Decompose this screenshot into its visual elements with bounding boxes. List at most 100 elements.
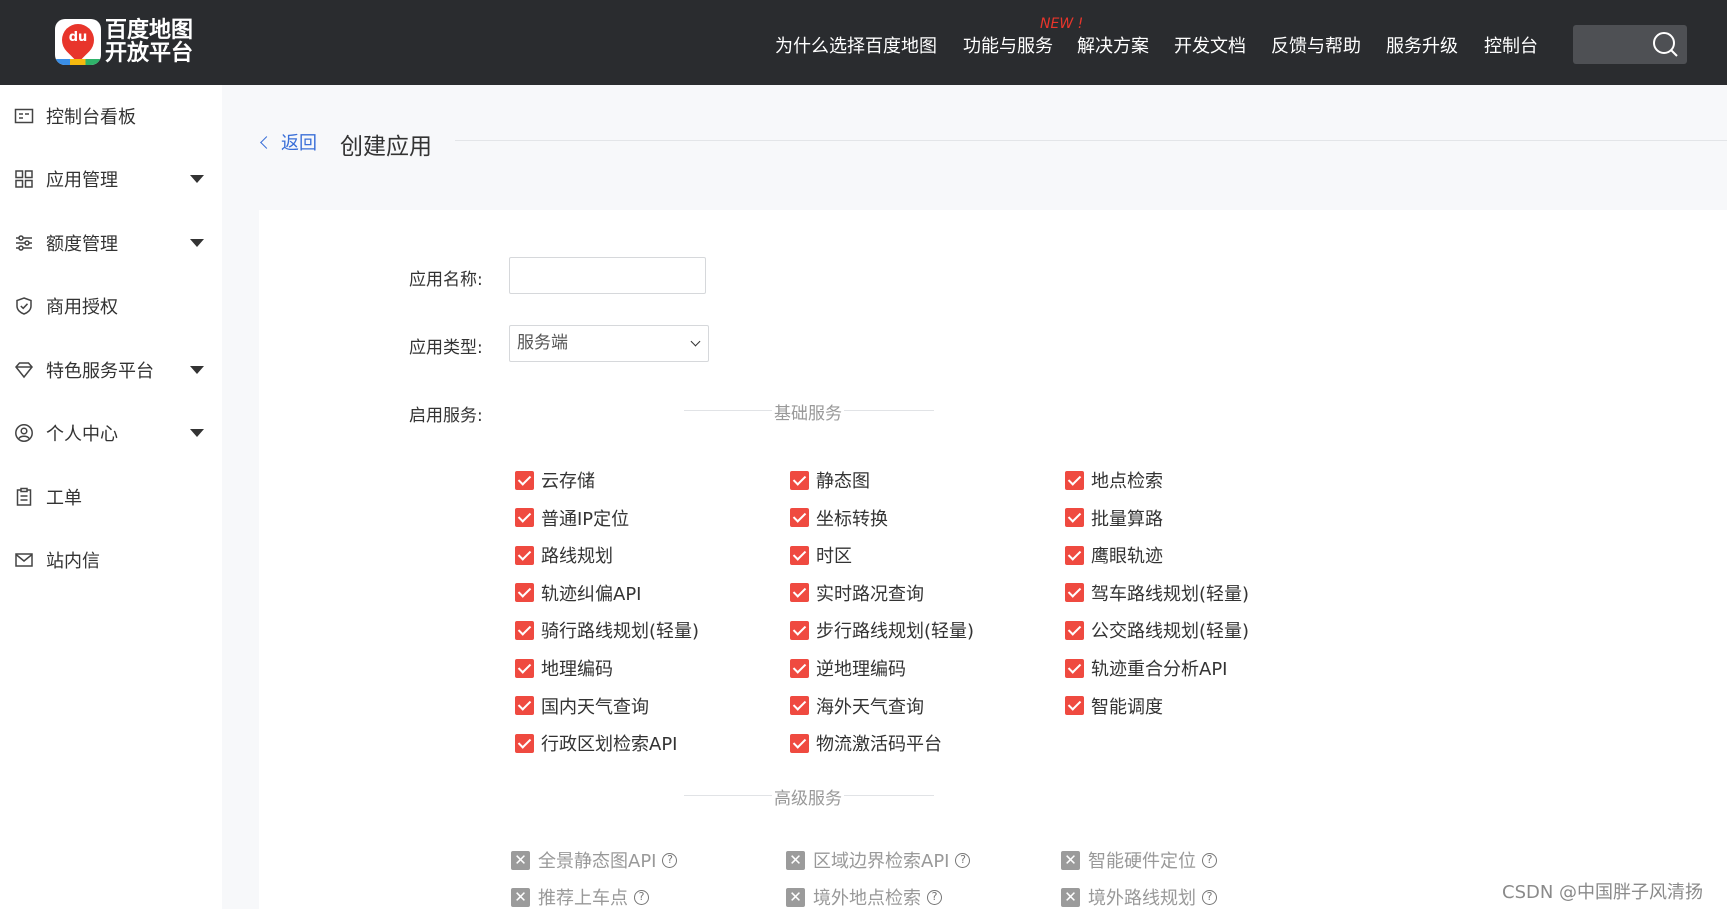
help-icon[interactable]: ?: [1202, 889, 1217, 905]
advanced-service-checkbox[interactable]: ✕ 境外路线规划?: [1061, 884, 1217, 909]
advanced-service-checkbox[interactable]: ✕ 智能硬件定位?: [1061, 847, 1217, 873]
checkbox-checked-icon[interactable]: [515, 620, 534, 640]
help-icon[interactable]: ?: [1202, 852, 1217, 868]
checkbox-disabled-icon[interactable]: ✕: [1061, 850, 1080, 870]
checkbox-checked-icon[interactable]: [790, 508, 809, 528]
logo-text-line2: 开放平台: [105, 41, 194, 66]
sidebar-item-label: 应用管理: [46, 170, 118, 191]
service-label: 物流激活码平台: [816, 734, 942, 756]
service-checkbox[interactable]: 静态图: [790, 467, 870, 493]
service-checkbox[interactable]: 海外天气查询: [790, 693, 924, 719]
logo-badge-icon: du: [55, 19, 101, 65]
service-checkbox[interactable]: 实时路况查询: [790, 580, 924, 606]
app-name-input[interactable]: [509, 257, 706, 294]
sidebar-item-label: 商用授权: [46, 297, 118, 318]
service-label: 步行路线规划(轻量): [816, 621, 975, 643]
checkbox-checked-icon[interactable]: [515, 545, 534, 565]
chevron-down-icon: [190, 239, 204, 247]
sidebar-item-messages[interactable]: 站内信: [14, 545, 204, 575]
help-icon[interactable]: ?: [927, 889, 942, 905]
service-label: 骑行路线规划(轻量): [541, 621, 700, 643]
service-checkbox[interactable]: 公交路线规划(轻量): [1065, 617, 1249, 643]
sidebar-item-app-management[interactable]: 应用管理: [14, 164, 204, 194]
service-checkbox[interactable]: 云存储: [515, 467, 595, 493]
service-checkbox[interactable]: 批量算路: [1065, 505, 1163, 531]
sidebar: 控制台看板 应用管理 额度管理 商用授权 特色服务平台 个人中心 工单 站内信: [0, 85, 222, 909]
checkbox-checked-icon[interactable]: [790, 733, 809, 753]
help-icon[interactable]: ?: [955, 852, 971, 868]
service-checkbox[interactable]: 步行路线规划(轻量): [790, 617, 974, 643]
checkbox-checked-icon[interactable]: [515, 658, 534, 678]
app-type-label: 应用类型:: [409, 338, 483, 358]
checkbox-checked-icon[interactable]: [790, 583, 809, 603]
sidebar-item-featured-services[interactable]: 特色服务平台: [14, 355, 204, 385]
checkbox-checked-icon[interactable]: [515, 583, 534, 603]
help-icon[interactable]: ?: [634, 889, 649, 905]
checkbox-checked-icon[interactable]: [1065, 508, 1084, 528]
back-link[interactable]: 返回: [260, 129, 317, 155]
service-checkbox[interactable]: 物流激活码平台: [790, 730, 942, 756]
service-checkbox[interactable]: 地理编码: [515, 655, 613, 681]
service-checkbox[interactable]: 地点检索: [1065, 467, 1163, 493]
search-icon[interactable]: [1652, 31, 1679, 58]
nav-solutions[interactable]: 解决方案: [1077, 32, 1149, 58]
checkbox-disabled-icon[interactable]: ✕: [786, 850, 805, 870]
nav-why-baidu[interactable]: 为什么选择百度地图: [775, 32, 937, 58]
checkbox-checked-icon[interactable]: [515, 470, 534, 490]
service-checkbox[interactable]: 行政区划检索API: [515, 730, 677, 756]
baidu-map-logo[interactable]: du 百度地图 开放平台: [55, 19, 193, 65]
service-checkbox[interactable]: 智能调度: [1065, 693, 1163, 719]
service-checkbox[interactable]: 轨迹重合分析API: [1065, 655, 1227, 681]
service-checkbox[interactable]: 路线规划: [515, 542, 613, 568]
checkbox-checked-icon[interactable]: [1065, 620, 1084, 640]
service-checkbox[interactable]: 鹰眼轨迹: [1065, 542, 1163, 568]
sidebar-item-tickets[interactable]: 工单: [14, 482, 204, 512]
service-label: 路线规划: [541, 546, 613, 568]
nav-features[interactable]: 功能与服务: [963, 32, 1053, 58]
checkbox-checked-icon[interactable]: [790, 620, 809, 640]
checkbox-disabled-icon[interactable]: ✕: [511, 850, 530, 870]
checkbox-checked-icon[interactable]: [515, 733, 534, 753]
checkbox-checked-icon[interactable]: [1065, 696, 1084, 716]
checkbox-disabled-icon[interactable]: ✕: [511, 887, 530, 907]
nav-docs[interactable]: 开发文档: [1174, 32, 1246, 58]
advanced-service-checkbox[interactable]: ✕ 推荐上车点?: [511, 884, 649, 909]
advanced-service-checkbox[interactable]: ✕ 区域边界检索API?: [786, 847, 971, 873]
search-input[interactable]: [1573, 25, 1687, 64]
service-checkbox[interactable]: 普通IP定位: [515, 505, 629, 531]
service-checkbox[interactable]: 时区: [790, 542, 852, 568]
service-label: 批量算路: [1091, 508, 1163, 530]
service-checkbox[interactable]: 坐标转换: [790, 505, 888, 531]
checkbox-checked-icon[interactable]: [1065, 583, 1084, 603]
advanced-service-checkbox[interactable]: ✕ 境外地点检索?: [786, 884, 942, 909]
service-checkbox[interactable]: 轨迹纠偏API: [515, 580, 641, 606]
checkbox-disabled-icon[interactable]: ✕: [1061, 887, 1080, 907]
checkbox-checked-icon[interactable]: [515, 696, 534, 716]
chevron-down-icon: [690, 336, 701, 347]
service-checkbox[interactable]: 骑行路线规划(轻量): [515, 617, 699, 643]
sidebar-item-dashboard[interactable]: 控制台看板: [14, 101, 204, 131]
service-checkbox[interactable]: 驾车路线规划(轻量): [1065, 580, 1249, 606]
advanced-service-checkbox[interactable]: ✕ 全景静态图API?: [511, 847, 678, 873]
checkbox-checked-icon[interactable]: [1065, 470, 1084, 490]
nav-feedback[interactable]: 反馈与帮助: [1271, 32, 1361, 58]
checkbox-checked-icon[interactable]: [790, 696, 809, 716]
checkbox-checked-icon[interactable]: [790, 658, 809, 678]
chevron-left-icon: [260, 135, 273, 149]
checkbox-disabled-icon[interactable]: ✕: [786, 887, 805, 907]
service-checkbox[interactable]: 国内天气查询: [515, 693, 649, 719]
app-type-select[interactable]: 服务端: [509, 325, 709, 362]
sidebar-item-quota-management[interactable]: 额度管理: [14, 228, 204, 258]
chevron-down-icon: [190, 429, 204, 437]
sidebar-item-personal-center[interactable]: 个人中心: [14, 418, 204, 448]
checkbox-checked-icon[interactable]: [790, 545, 809, 565]
checkbox-checked-icon[interactable]: [1065, 658, 1084, 678]
checkbox-checked-icon[interactable]: [1065, 545, 1084, 565]
nav-upgrade[interactable]: 服务升级: [1386, 32, 1458, 58]
sidebar-item-commercial-license[interactable]: 商用授权: [14, 291, 204, 321]
nav-console[interactable]: 控制台: [1484, 32, 1538, 58]
service-checkbox[interactable]: 逆地理编码: [790, 655, 906, 681]
help-icon[interactable]: ?: [662, 852, 678, 868]
checkbox-checked-icon[interactable]: [515, 508, 534, 528]
checkbox-checked-icon[interactable]: [790, 470, 809, 490]
